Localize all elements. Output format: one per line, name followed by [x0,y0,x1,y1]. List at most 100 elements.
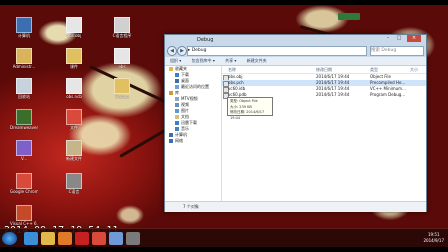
explorer-icon[interactable] [109,232,123,245]
nav-item-icon [175,73,179,77]
screen: 计算机 Administr... 回收站 Dreamweaver V... Google … [0,0,448,252]
desktop-icon[interactable]: C语言 [60,173,88,194]
bottom-letterbox [0,247,448,252]
column-date[interactable]: 修改日期 [316,66,332,73]
new-folder-button[interactable]: 新建文件夹 [247,58,267,63]
address-bar[interactable]: ▸ Debug [187,46,367,56]
nav-item-label: 收藏夹 [175,66,187,71]
desktop-icon[interactable]: Administr... [10,48,38,69]
nav-item-icon [169,133,173,137]
nav-item-label: 视频 [181,102,189,107]
desktop-icon-label: obs.ncb [66,94,82,99]
desktop-icon[interactable]: 计算机 [10,17,38,38]
desktop-icon-image [16,205,32,221]
app-icon[interactable] [75,232,89,245]
desktop-icon[interactable]: obs.ncb [60,78,88,99]
desktop-icon-image [16,48,32,64]
nav-item-icon [169,139,173,143]
column-name[interactable]: 名称 [228,66,236,73]
ie-icon[interactable] [24,232,38,245]
window-titlebar[interactable]: Debug – □ × [165,35,426,45]
include-in-library-menu[interactable]: 包含到库中 ▾ [192,58,215,63]
desktop-icon-label: 文件 [70,125,78,130]
media-player-icon[interactable] [58,232,72,245]
desktop-icon[interactable]: 文件 [60,109,88,130]
desktop-icon-image [16,17,32,33]
navigation-pane: 收藏夹 下载 桌面 最近访问的位置库 MTV视频 视频 图片 文档 迅雷下载 音乐 计算机 网络 [165,66,222,201]
nav-item-icon [169,67,173,71]
desktop-icon-image [114,78,130,94]
nav-item-icon [175,97,179,101]
organize-menu[interactable]: 组织 ▾ [170,58,181,63]
desktop-icon-image [16,78,32,94]
desktop-icon-label: Google Chrome [10,189,38,194]
desktop-icon[interactable]: 新建文件 [60,140,88,161]
desktop-icon-label: 新建文件 [66,156,82,161]
search-input[interactable]: 搜索 Debug [370,46,424,56]
desktop-icon[interactable]: 回收站 [10,78,38,99]
file-rows: obs.obj 2014/6/17 19:44 Object File obs.pch… [222,74,426,99]
maximize-button[interactable]: □ [394,35,404,42]
nav-item-label: 库 [175,90,179,95]
file-list: 名称 修改日期 类型 大小 obs.obj 2014/6/17 19:44 Obje… [222,66,426,201]
minimize-button[interactable]: – [383,35,393,42]
desktop-icon-label: 回收站 [18,94,30,99]
nav-item-icon [175,121,179,125]
column-header: 名称 修改日期 类型 大小 [222,66,426,74]
system-clock[interactable]: 19:51 2014/9/17 [423,232,444,244]
desktop-icon-image [114,48,130,64]
nav-item-label: MTV视频 [181,96,198,101]
start-button[interactable] [2,232,17,245]
desktop-icon-label: obs.obj [66,33,82,38]
desktop-icon[interactable]: V... [10,140,38,161]
nav-item-label: 最近访问的位置 [181,84,209,89]
desktop-icon[interactable]: Debug [108,78,136,99]
nav-item-label: 下载 [181,72,189,77]
desktop-icon-image [66,173,82,189]
explorer-window[interactable]: Debug – □ × ◀ ▶ ▸ Debug 搜索 Debug 组织 ▾ 包含… [164,34,427,212]
taskbar: 19:51 2014/9/17 [0,228,448,248]
nav-item-label: 文档 [181,114,189,119]
desktop-icon[interactable]: obs [108,48,136,69]
desktop-icon-label: C语言 [68,189,80,194]
desktop-icon[interactable]: Google Chrome [10,173,38,194]
nav-item-label: 音乐 [181,126,189,131]
nav-item-icon [175,127,179,131]
nav-item-label: 网络 [175,138,183,143]
nav-item[interactable]: 网络 [165,138,221,144]
nav-item-icon [175,85,179,89]
desktop-icon[interactable]: C语言程序 [108,17,136,38]
file-date: 2014/6/17 19:44 [316,92,350,97]
back-button[interactable]: ◀ [167,46,177,56]
nav-item-label: 桌面 [181,78,189,83]
status-bar: 7 个对象 [165,201,426,212]
recorder-icon[interactable] [126,232,140,245]
share-menu[interactable]: 共享 ▾ [225,58,236,63]
clock-date: 2014/9/17 [423,238,444,243]
file-tooltip: 类型: Object File 大小: 239 KB 修改日期: 2014/6/… [227,97,273,120]
forward-button[interactable]: ▶ [177,46,187,56]
desktop-icon[interactable]: 课件 [60,48,88,69]
folder-icon[interactable] [41,232,55,245]
desktop-icon-label: obs [118,64,126,69]
desktop-icon-label: 计算机 [18,33,30,38]
close-button[interactable]: × [407,35,421,42]
desktop-icon[interactable]: Dreamweaver [10,109,38,130]
tooltip-date: 修改日期: 2014/6/17 19:44 [230,110,265,120]
desktop-icon-image [66,78,82,94]
desktop-icon-image [66,48,82,64]
desktop-icon-image [66,109,82,125]
desktop-icon-image [16,173,32,189]
desktop-icon-label: Dreamweaver [10,125,38,130]
file-type: Program Debug... [370,92,406,97]
desktop-icon[interactable]: Visual C++ 6.0 [10,205,38,226]
desktop-icon[interactable]: obs.obj [60,17,88,38]
command-toolbar: 组织 ▾ 包含到库中 ▾ 共享 ▾ 新建文件夹 [165,57,426,66]
column-size[interactable]: 大小 [410,66,418,73]
chrome-icon[interactable] [92,232,106,245]
desktop-icon-label: 课件 [70,64,78,69]
column-type[interactable]: 类型 [370,66,378,73]
item-count: 7 个对象 [183,204,199,209]
desktop-icon-image [16,140,32,156]
nav-item-icon [175,79,179,83]
